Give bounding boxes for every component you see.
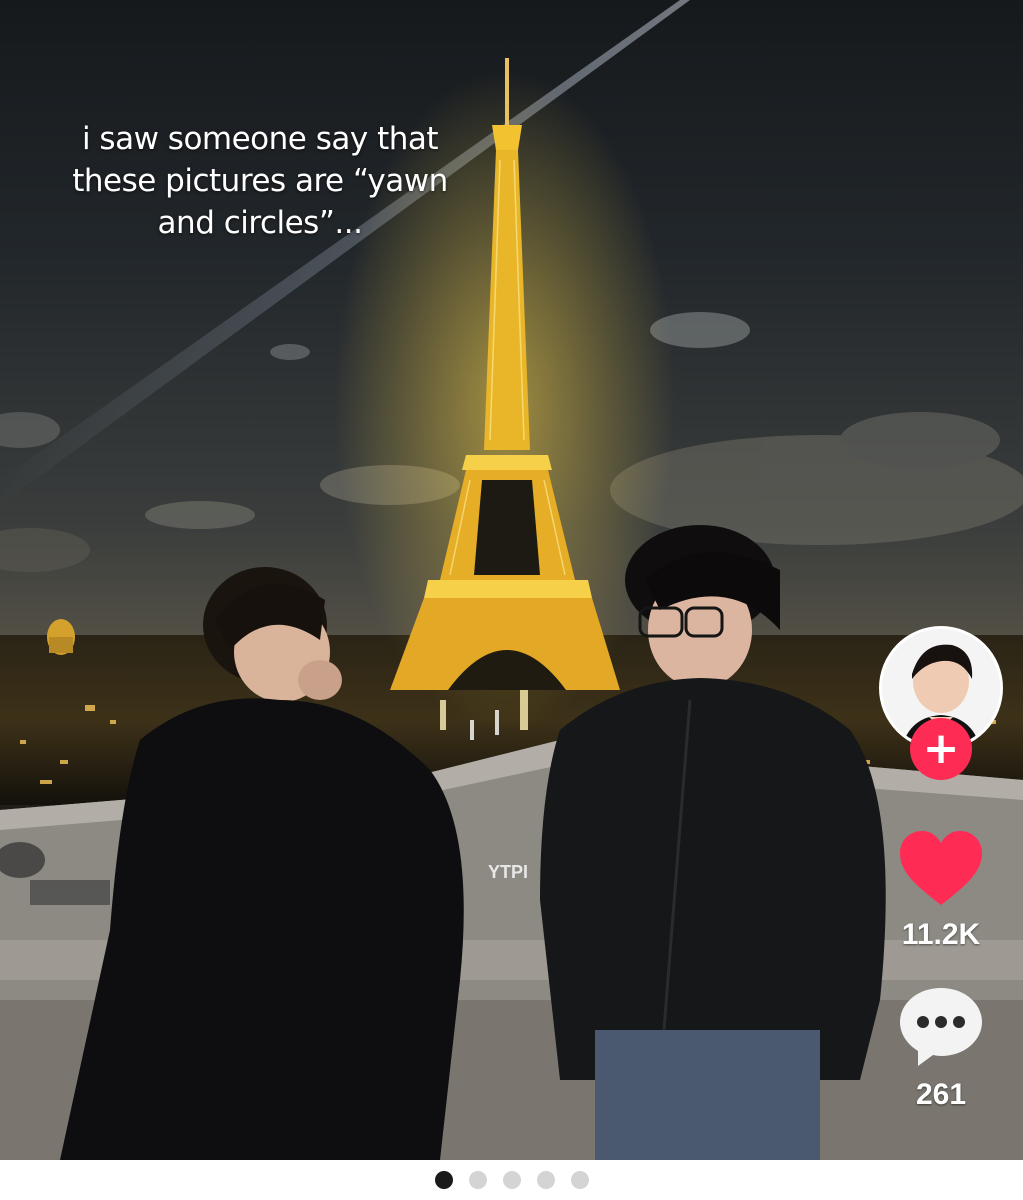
like-button[interactable]: [896, 828, 986, 912]
comment-button[interactable]: [896, 982, 986, 1072]
plus-icon: +: [922, 723, 960, 774]
overlay-caption: i saw someone say that these pictures ar…: [72, 121, 448, 241]
carousel-dot-1[interactable]: [434, 1171, 453, 1189]
like-count: 11.2K: [901, 918, 981, 951]
carousel-dot-3[interactable]: [502, 1171, 521, 1189]
speech-bubble-icon: [900, 988, 982, 1066]
post-photo[interactable]: YTPI i saw someone say that these pictur…: [0, 0, 1023, 1160]
comment-count: 261: [915, 1078, 967, 1111]
heart-icon: [900, 830, 982, 905]
carousel-dot-2[interactable]: [468, 1171, 487, 1189]
carousel-indicator: [0, 1160, 1023, 1200]
carousel-dot-4[interactable]: [536, 1171, 555, 1189]
action-rail: + 11.2K 261: [876, 626, 1006, 1112]
graffiti-text-line1: YTPI: [488, 862, 528, 882]
follow-button[interactable]: +: [910, 718, 972, 780]
carousel-dot-5[interactable]: [570, 1171, 589, 1189]
